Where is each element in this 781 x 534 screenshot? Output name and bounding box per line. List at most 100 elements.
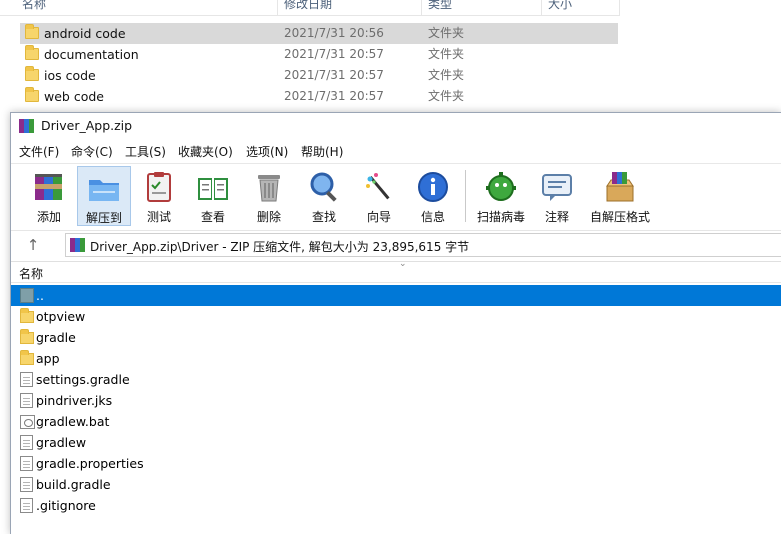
extract-to-button[interactable]: 解压到 <box>77 166 131 226</box>
row-name: ios code <box>44 68 96 83</box>
folder-icon <box>20 350 34 365</box>
file-name: settings.gradle <box>36 372 130 387</box>
comment-button[interactable]: 注释 <box>537 166 577 226</box>
archive-icon <box>70 238 86 252</box>
menu-help[interactable]: 帮助(H) <box>301 142 343 162</box>
explorer-row[interactable]: android code 2021/7/31 20:56 文件夹 <box>20 23 618 44</box>
menu-tools[interactable]: 工具(S) <box>125 142 166 162</box>
extract-folder-icon <box>89 180 119 201</box>
folder-icon <box>25 87 39 102</box>
view-button[interactable]: 查看 <box>191 166 235 226</box>
row-type: 文件夹 <box>428 26 465 40</box>
column-name-header[interactable]: 名称 <box>19 265 43 282</box>
explorer-row[interactable]: ios code 2021/7/31 20:57 文件夹 <box>20 65 618 86</box>
column-name[interactable]: 名称 <box>16 0 278 16</box>
list-item[interactable]: .gitignore <box>11 495 781 516</box>
column-date[interactable]: 修改日期 <box>278 0 422 16</box>
file-name: build.gradle <box>36 477 111 492</box>
menu-options[interactable]: 选项(N) <box>246 142 288 162</box>
list-item[interactable]: pindriver.jks <box>11 390 781 411</box>
add-archive-icon <box>35 174 62 200</box>
up-arrow-icon[interactable]: ↑ <box>23 235 43 255</box>
magnifier-icon <box>310 172 337 202</box>
path-text: Driver_App.zip\Driver - ZIP 压缩文件, 解包大小为 … <box>90 240 470 254</box>
sfx-button[interactable]: 自解压格式 <box>587 166 653 226</box>
file-name: gradlew.bat <box>36 414 110 429</box>
row-date: 2021/7/31 20:57 <box>284 89 384 103</box>
view-label: 查看 <box>200 210 225 224</box>
sfx-box-icon <box>606 172 634 202</box>
menu-commands[interactable]: 命令(C) <box>71 142 113 162</box>
row-date: 2021/7/31 20:56 <box>284 26 384 40</box>
parent-folder-icon <box>20 288 34 303</box>
row-name: android code <box>44 26 126 41</box>
trash-icon <box>258 175 280 202</box>
find-label: 查找 <box>311 210 336 224</box>
test-checklist-icon <box>147 172 171 202</box>
info-label: 信息 <box>420 210 445 224</box>
delete-label: 删除 <box>256 210 281 224</box>
row-date: 2021/7/31 20:57 <box>284 68 384 82</box>
file-name: pindriver.jks <box>36 393 113 408</box>
file-list-header: ⌄ 名称 <box>11 259 781 283</box>
file-name: gradle.properties <box>36 456 144 471</box>
folder-icon <box>20 308 34 323</box>
find-button[interactable]: 查找 <box>303 166 345 226</box>
comment-label: 注释 <box>544 210 569 224</box>
info-icon <box>418 172 448 202</box>
address-bar: ↑ Driver_App.zip\Driver - ZIP 压缩文件, 解包大小… <box>11 230 781 258</box>
file-name: app <box>36 351 60 366</box>
menu-favorites[interactable]: 收藏夹(O) <box>178 142 233 162</box>
list-item[interactable]: build.gradle <box>11 474 781 495</box>
wizard-button[interactable]: 向导 <box>359 166 399 226</box>
list-item[interactable]: settings.gradle <box>11 369 781 390</box>
sort-chevron-icon: ⌄ <box>399 259 407 269</box>
folder-icon <box>25 24 39 39</box>
row-name: documentation <box>44 47 139 62</box>
list-item[interactable]: gradle <box>11 327 781 348</box>
scan-virus-button[interactable]: 扫描病毒 <box>473 166 529 226</box>
extract-label: 解压到 <box>85 211 122 225</box>
list-item[interactable]: app <box>11 348 781 369</box>
scan-virus-label: 扫描病毒 <box>476 210 525 224</box>
add-button[interactable]: 添加 <box>29 166 69 226</box>
column-size[interactable]: 大小 <box>542 0 620 16</box>
sfx-label: 自解压格式 <box>589 210 650 224</box>
file-name: otpview <box>36 309 86 324</box>
list-item[interactable]: gradlew <box>11 432 781 453</box>
file-name: .gitignore <box>36 498 96 513</box>
list-item[interactable]: gradlew.bat <box>11 411 781 432</box>
test-button[interactable]: 测试 <box>139 166 179 226</box>
wizard-label: 向导 <box>366 210 391 224</box>
file-name: .. <box>36 288 44 303</box>
document-icon <box>20 393 33 408</box>
list-item[interactable]: gradle.properties <box>11 453 781 474</box>
winrar-app-icon <box>19 119 35 133</box>
folder-icon <box>20 329 34 344</box>
title-bar[interactable]: Driver_App.zip <box>11 113 781 139</box>
document-icon <box>20 498 33 513</box>
row-type: 文件夹 <box>428 47 465 61</box>
list-item[interactable]: .. <box>11 285 781 306</box>
document-icon <box>20 477 33 492</box>
menu-file[interactable]: 文件(F) <box>19 142 59 162</box>
explorer-window: 名称 修改日期 类型 大小 android code 2021/7/31 20:… <box>0 0 781 112</box>
winrar-window: Driver_App.zip 文件(F) 命令(C) 工具(S) 收藏夹(O) … <box>10 112 781 534</box>
path-field[interactable]: Driver_App.zip\Driver - ZIP 压缩文件, 解包大小为 … <box>65 233 781 257</box>
explorer-row[interactable]: documentation 2021/7/31 20:57 文件夹 <box>20 44 618 65</box>
row-date: 2021/7/31 20:57 <box>284 47 384 61</box>
explorer-row[interactable]: web code 2021/7/31 20:57 文件夹 <box>20 86 618 107</box>
toolbar: 添加 解压到 测试 查看 删除 查找 向导 信息 扫描病毒 注释 自解压格式 <box>11 163 781 227</box>
document-icon <box>20 372 33 387</box>
window-title: Driver_App.zip <box>41 118 133 133</box>
explorer-column-header: 名称 修改日期 类型 大小 <box>0 0 620 16</box>
list-item[interactable]: otpview <box>11 306 781 327</box>
info-button[interactable]: 信息 <box>413 166 453 226</box>
file-name: gradlew <box>36 435 87 450</box>
virus-scan-icon <box>486 172 516 201</box>
row-type: 文件夹 <box>428 68 465 82</box>
delete-button[interactable]: 删除 <box>249 166 289 226</box>
column-type[interactable]: 类型 <box>422 0 542 16</box>
folder-icon <box>25 45 39 60</box>
document-icon <box>20 456 33 471</box>
